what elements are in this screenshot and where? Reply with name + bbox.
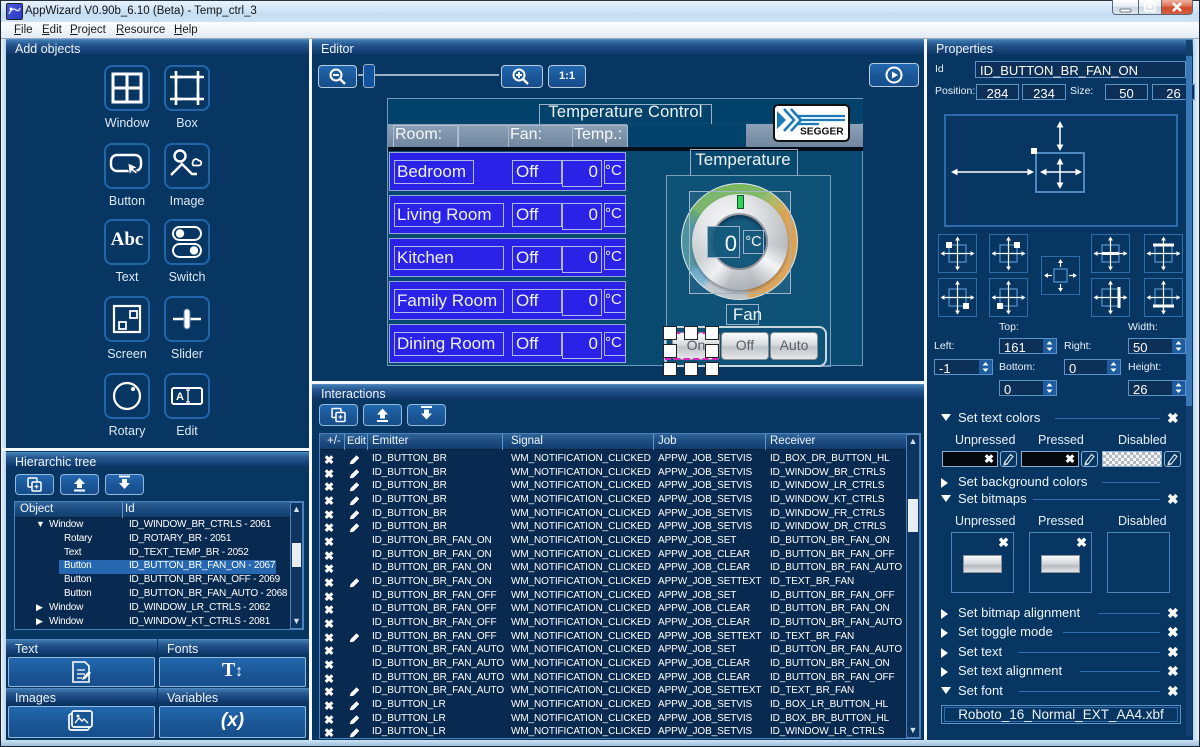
svg-text:A: A [176, 391, 184, 403]
svg-text:SEGGER: SEGGER [800, 127, 844, 138]
